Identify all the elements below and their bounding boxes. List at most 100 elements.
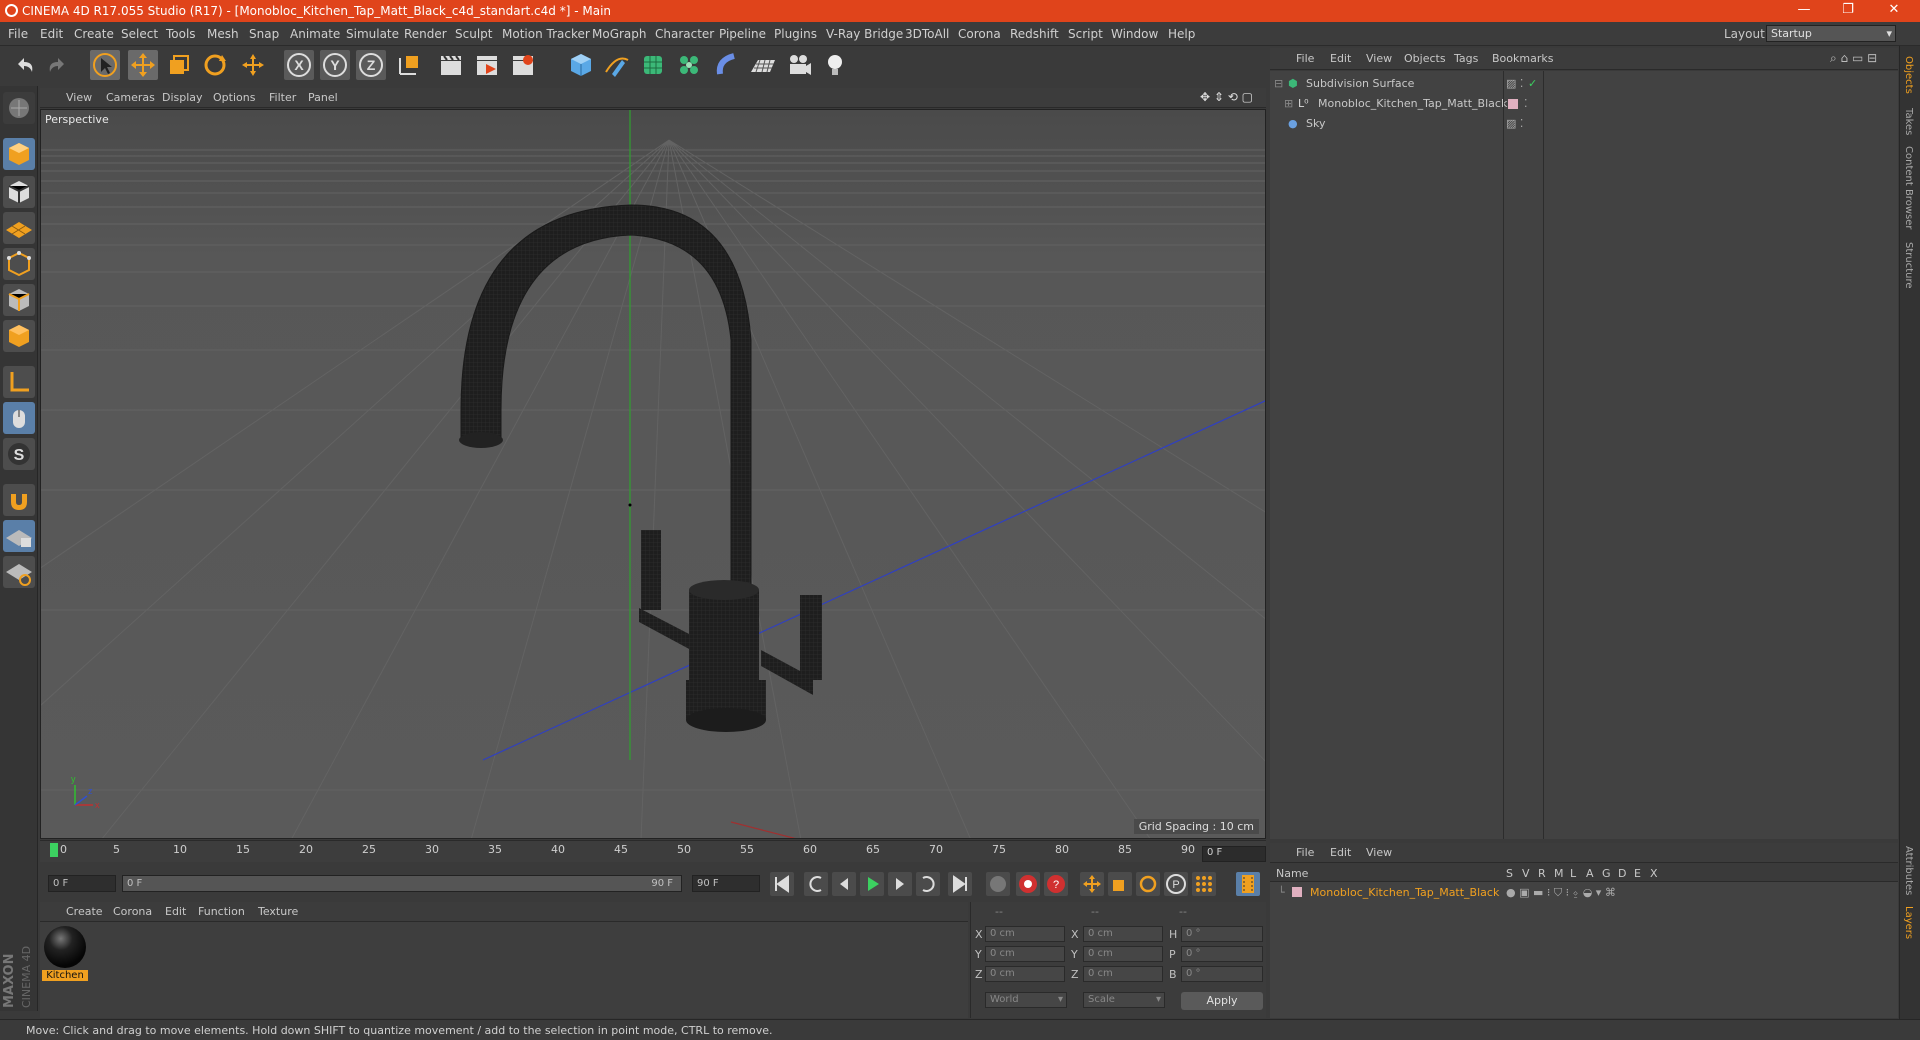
material-preview[interactable] (44, 926, 86, 968)
scale-tool-button[interactable] (164, 50, 194, 80)
object-name[interactable]: Subdivision Surface (1306, 77, 1414, 90)
object-menu-bookmarks[interactable]: Bookmarks (1492, 52, 1553, 65)
tweak-mode-button[interactable] (3, 402, 35, 434)
maximize-button[interactable]: ❐ (1828, 2, 1868, 20)
position-y-field[interactable]: 0 cm (985, 946, 1065, 962)
previous-key-button[interactable] (804, 872, 828, 896)
visibility-dots-icon[interactable]: ▨ ⁚ (1506, 117, 1523, 130)
timeline-ruler[interactable]: 0 5 10 15 20 25 30 35 40 45 50 55 60 65 … (40, 840, 1266, 862)
menu-script[interactable]: Script (1068, 27, 1103, 41)
layer-toggle-icons[interactable]: ● ▣ ▬ ⁝ ⛉ ⁝ ⍚ ◒ ▾ ⌘ (1506, 886, 1616, 900)
menu-vray-bridge[interactable]: V-Ray Bridge (826, 27, 903, 41)
layer-col-name[interactable]: Name (1276, 867, 1308, 880)
recent-tools-button[interactable] (238, 50, 268, 80)
points-mode-button[interactable] (3, 248, 35, 280)
next-key-button[interactable] (916, 872, 940, 896)
texture-mode-button[interactable] (3, 176, 35, 208)
go-to-end-button[interactable] (948, 872, 972, 896)
menu-snap[interactable]: Snap (249, 27, 279, 41)
key-position-button[interactable] (1080, 872, 1104, 896)
object-name[interactable]: Sky (1306, 117, 1325, 130)
menu-redshift[interactable]: Redshift (1010, 27, 1059, 41)
menu-window[interactable]: Window (1111, 27, 1158, 41)
menu-file[interactable]: File (8, 27, 28, 41)
position-x-field[interactable]: 0 cm (985, 926, 1065, 942)
tab-attributes[interactable]: Attributes (1903, 846, 1914, 895)
rotation-p-field[interactable]: 0 ° (1181, 946, 1263, 962)
menu-help[interactable]: Help (1168, 27, 1195, 41)
layer-col-r[interactable]: R (1538, 867, 1546, 880)
visibility-dots-icon[interactable]: ▨ ⁚ (1506, 77, 1523, 90)
viewport-menu-options[interactable]: Options (213, 91, 255, 104)
material-name[interactable]: Kitchen (42, 970, 88, 981)
material-menu-corona[interactable]: Corona (113, 905, 152, 918)
layer-row[interactable]: └ Monobloc_Kitchen_Tap_Matt_Black ● ▣ ▬ … (1270, 882, 1898, 902)
viewport-menu-filter[interactable]: Filter (269, 91, 296, 104)
viewport-menu-cameras[interactable]: Cameras (106, 91, 155, 104)
play-button[interactable] (860, 872, 884, 896)
model-mode-button[interactable] (3, 138, 35, 170)
visibility-dots-icon[interactable]: ⁚ (1524, 97, 1528, 110)
lock-x-axis-button[interactable]: X (284, 50, 314, 80)
menu-select[interactable]: Select (121, 27, 158, 41)
layer-menu-view[interactable]: View (1366, 846, 1392, 859)
camera-button[interactable] (784, 50, 814, 80)
autokey-button[interactable]: ? (1044, 872, 1068, 896)
object-row[interactable]: ⊟ ⬢ Subdivision Surface ▨ ⁚ ✓ (1270, 73, 1898, 93)
layer-col-s[interactable]: S (1506, 867, 1513, 880)
object-name[interactable]: Monobloc_Kitchen_Tap_Matt_Black (1318, 97, 1507, 110)
locked-workplane-button[interactable] (3, 520, 35, 552)
menu-mograph[interactable]: MoGraph (592, 27, 647, 41)
layer-menu-edit[interactable]: Edit (1330, 846, 1351, 859)
layer-name[interactable]: Monobloc_Kitchen_Tap_Matt_Black (1310, 886, 1499, 899)
viewport-menu-display[interactable]: Display (162, 91, 203, 104)
cube-button[interactable] (566, 50, 596, 80)
menu-pipeline[interactable]: Pipeline (719, 27, 766, 41)
mograph-cloner-button[interactable] (674, 50, 704, 80)
object-menu-edit[interactable]: Edit (1330, 52, 1351, 65)
key-point-level-button[interactable] (1192, 872, 1216, 896)
lock-y-axis-button[interactable]: Y (320, 50, 350, 80)
tab-structure[interactable]: Structure (1903, 242, 1914, 289)
move-tool-button[interactable] (128, 50, 158, 80)
object-row[interactable]: ● Sky ▨ ⁚ (1270, 113, 1898, 133)
floor-button[interactable] (748, 50, 778, 80)
layer-col-m[interactable]: M (1554, 867, 1564, 880)
material-menu-edit[interactable]: Edit (165, 905, 186, 918)
layer-col-d[interactable]: D (1618, 867, 1626, 880)
layer-color-swatch[interactable] (1292, 887, 1302, 897)
render-settings-button[interactable] (508, 50, 538, 80)
layer-col-l[interactable]: L (1570, 867, 1576, 880)
menu-simulate[interactable]: Simulate (346, 27, 399, 41)
frame-range-slider[interactable]: 0 F 90 F (122, 875, 682, 892)
collapse-icon[interactable]: ⊟ (1274, 77, 1283, 90)
layer-col-g[interactable]: G (1602, 867, 1611, 880)
lock-z-axis-button[interactable]: Z (356, 50, 386, 80)
coordinate-mode-select[interactable]: World ▾ (985, 992, 1067, 1008)
object-menu-file[interactable]: File (1296, 52, 1314, 65)
layer-menu-file[interactable]: File (1296, 846, 1314, 859)
minimize-button[interactable]: — (1784, 2, 1824, 20)
material-menu-texture[interactable]: Texture (258, 905, 298, 918)
rotate-tool-button[interactable] (200, 50, 230, 80)
size-y-field[interactable]: 0 cm (1083, 946, 1163, 962)
edges-mode-button[interactable] (3, 284, 35, 316)
magnet-button[interactable] (3, 484, 35, 516)
menu-mesh[interactable]: Mesh (207, 27, 239, 41)
layer-col-v[interactable]: V (1522, 867, 1530, 880)
render-picture-viewer-button[interactable] (472, 50, 502, 80)
menu-render[interactable]: Render (404, 27, 447, 41)
key-rotation-button[interactable] (1136, 872, 1160, 896)
layout-select[interactable]: Startup ▾ (1766, 25, 1896, 42)
layer-col-e[interactable]: E (1634, 867, 1641, 880)
size-x-field[interactable]: 0 cm (1083, 926, 1163, 942)
render-view-button[interactable] (436, 50, 466, 80)
end-frame-field[interactable]: 90 F (692, 875, 760, 892)
object-menu-tags[interactable]: Tags (1454, 52, 1478, 65)
apply-button[interactable]: Apply (1181, 992, 1263, 1010)
pen-spline-button[interactable] (602, 50, 632, 80)
workplane-mode-button[interactable] (3, 212, 35, 244)
tab-objects[interactable]: Objects (1903, 56, 1914, 94)
tab-layers[interactable]: Layers (1903, 906, 1914, 939)
viewport-menu-panel[interactable]: Panel (308, 91, 338, 104)
